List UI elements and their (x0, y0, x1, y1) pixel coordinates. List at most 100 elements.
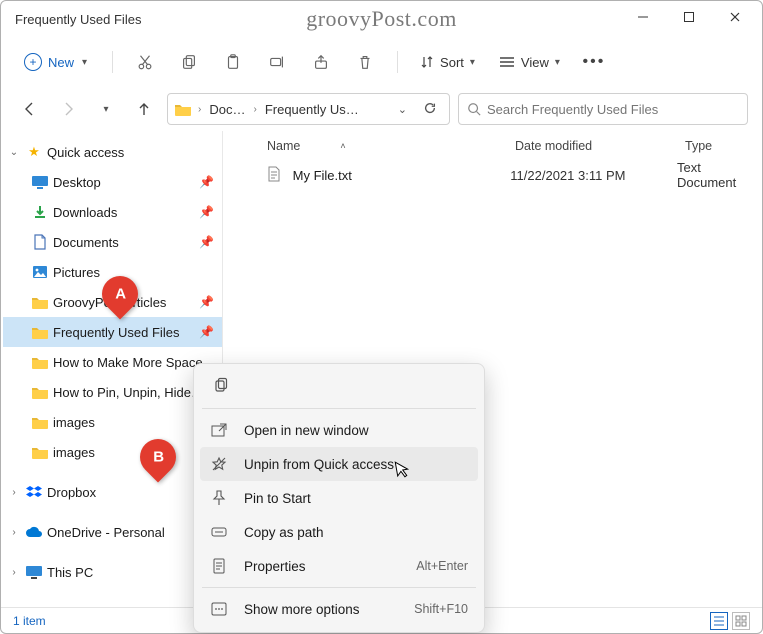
column-header-date[interactable]: Date modified (515, 139, 685, 153)
view-mode-icons (710, 612, 750, 630)
file-date: 11/22/2021 3:11 PM (510, 168, 677, 183)
pictures-icon (31, 263, 49, 281)
text-file-icon (267, 166, 285, 185)
status-item-count: 1 item (13, 614, 46, 628)
sidebar-item-pin-unpin[interactable]: How to Pin, Unpin, Hide… (3, 377, 222, 407)
chevron-right-icon: › (251, 104, 258, 115)
sidebar-item-dropbox[interactable]: › Dropbox (3, 477, 222, 507)
ctx-properties[interactable]: Properties Alt+Enter (200, 549, 478, 583)
ctx-label: Pin to Start (244, 491, 468, 506)
more-icon[interactable]: ••• (574, 42, 614, 82)
unpin-star-icon (210, 456, 228, 472)
plus-circle-icon: + (24, 53, 42, 71)
context-menu: Open in new window Unpin from Quick acce… (193, 363, 485, 633)
forward-button[interactable] (53, 94, 83, 124)
sidebar-item-images-1[interactable]: images (3, 407, 222, 437)
watermark: groovyPost.com (306, 6, 457, 32)
copy-icon[interactable] (208, 372, 234, 398)
view-icon (499, 55, 515, 69)
file-row[interactable]: My File.txt 11/22/2021 3:11 PM Text Docu… (223, 161, 762, 189)
ctx-label: Show more options (244, 602, 398, 617)
view-button[interactable]: View ▾ (489, 49, 570, 76)
titlebar: Frequently Used Files groovyPost.com (1, 1, 762, 37)
desktop-icon (31, 173, 49, 191)
quick-access-label: Quick access (47, 145, 222, 160)
paste-icon[interactable] (213, 42, 253, 82)
sidebar-item-documents[interactable]: Documents 📌 (3, 227, 222, 257)
ctx-pin-to-start[interactable]: Pin to Start (200, 481, 478, 515)
thumbnails-view-icon[interactable] (732, 612, 750, 630)
sort-label: Sort (440, 55, 464, 70)
column-header-name[interactable]: Name (267, 139, 300, 153)
copy-icon[interactable] (169, 42, 209, 82)
column-headers: Name ˄ Date modified Type (223, 131, 762, 161)
sidebar-item-onedrive[interactable]: › OneDrive - Personal (3, 517, 222, 547)
ctx-show-more-options[interactable]: Show more options Shift+F10 (200, 592, 478, 626)
path-icon (210, 526, 228, 538)
pin-icon: 📌 (199, 325, 222, 339)
sort-asc-icon: ˄ (340, 141, 345, 151)
chevron-down-icon: ⌄ (7, 147, 21, 158)
search-input[interactable] (487, 102, 739, 117)
recent-locations-button[interactable]: ▾ (91, 94, 121, 124)
context-quick-actions (200, 370, 478, 404)
rename-icon[interactable] (257, 42, 297, 82)
folder-icon (31, 323, 49, 341)
new-button[interactable]: + New ▾ (11, 46, 100, 78)
refresh-button[interactable] (417, 101, 443, 118)
separator (112, 51, 113, 73)
ctx-open-new-window[interactable]: Open in new window (200, 413, 478, 447)
search-box[interactable] (458, 93, 748, 125)
chevron-right-icon: › (7, 487, 21, 498)
star-icon: ★ (25, 143, 43, 161)
breadcrumb-item[interactable]: Frequently Us… (263, 102, 361, 117)
this-pc-icon (25, 563, 43, 581)
sidebar-item-make-space[interactable]: How to Make More Space… (3, 347, 222, 377)
ctx-label: Open in new window (244, 423, 468, 438)
sidebar-item-label: Documents (53, 235, 195, 250)
chevron-down-icon: ▾ (82, 57, 87, 68)
sidebar-item-images-2[interactable]: images (3, 437, 222, 467)
annotation-marker-b: B (139, 439, 177, 487)
ctx-label: Properties (244, 559, 400, 574)
folder-icon (174, 101, 192, 117)
chevron-down-icon[interactable]: ⌄ (392, 103, 413, 116)
chevron-right-icon: › (7, 527, 21, 538)
sidebar-item-desktop[interactable]: Desktop 📌 (3, 167, 222, 197)
documents-icon (31, 233, 49, 251)
maximize-button[interactable] (666, 1, 712, 33)
open-window-icon (210, 423, 228, 437)
marker-label: A (115, 286, 126, 303)
minimize-button[interactable] (620, 1, 666, 33)
quick-access-root[interactable]: ⌄ ★ Quick access (3, 137, 222, 167)
column-header-type[interactable]: Type (685, 139, 712, 153)
close-button[interactable] (712, 1, 758, 33)
pin-icon: 📌 (199, 295, 222, 309)
sidebar-item-this-pc[interactable]: › This PC (3, 557, 222, 587)
delete-icon[interactable] (345, 42, 385, 82)
back-button[interactable] (15, 94, 45, 124)
downloads-icon (31, 203, 49, 221)
folder-icon (31, 383, 49, 401)
sidebar-item-label: Desktop (53, 175, 195, 190)
address-bar[interactable]: › Doc… › Frequently Us… ⌄ (167, 93, 450, 125)
ctx-unpin-quick-access[interactable]: Unpin from Quick access (200, 447, 478, 481)
ctx-shortcut: Shift+F10 (414, 602, 468, 616)
sidebar-item-downloads[interactable]: Downloads 📌 (3, 197, 222, 227)
breadcrumb-item[interactable]: Doc… (207, 102, 247, 117)
sort-button[interactable]: Sort ▾ (410, 49, 485, 76)
cut-icon[interactable] (125, 42, 165, 82)
new-label: New (48, 55, 74, 70)
folder-icon (31, 293, 49, 311)
up-button[interactable] (129, 94, 159, 124)
chevron-right-icon: › (196, 104, 203, 115)
address-bar-row: ▾ › Doc… › Frequently Us… ⌄ (1, 87, 762, 131)
view-label: View (521, 55, 549, 70)
search-icon (467, 102, 481, 116)
share-icon[interactable] (301, 42, 341, 82)
toolbar: + New ▾ Sort ▾ View ▾ ••• (1, 37, 762, 87)
details-view-icon[interactable] (710, 612, 728, 630)
sidebar-item-label: Frequently Used Files (53, 325, 195, 340)
ctx-copy-as-path[interactable]: Copy as path (200, 515, 478, 549)
pin-icon: 📌 (199, 175, 222, 189)
